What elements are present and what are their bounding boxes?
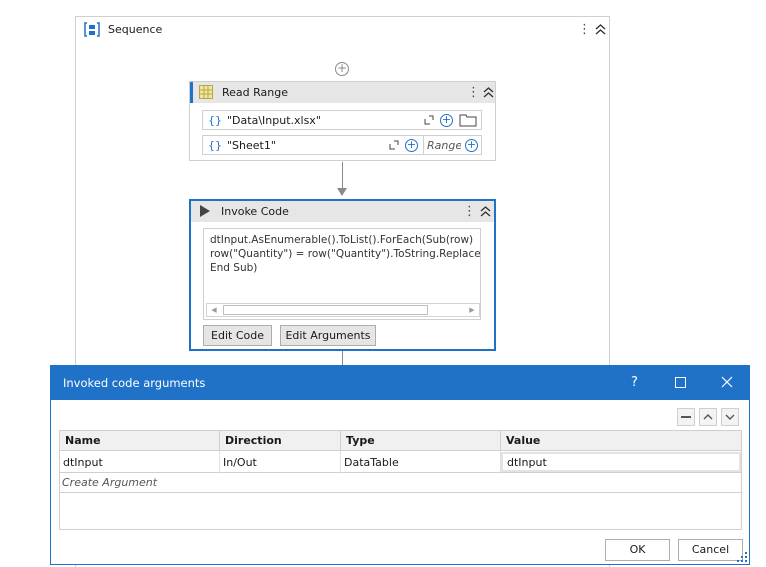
scrollbar-thumb[interactable]	[223, 305, 428, 315]
remove-argument-button[interactable]	[677, 408, 695, 426]
add-variable-icon[interactable]: +	[440, 114, 453, 127]
dialog-title-bar[interactable]: Invoked code arguments ?	[51, 366, 749, 400]
collapse-icon[interactable]	[483, 87, 494, 98]
browse-folder-icon[interactable]	[459, 113, 477, 127]
argument-value-input[interactable]: dtInput	[501, 452, 741, 472]
cancel-button[interactable]: Cancel	[678, 539, 743, 561]
scroll-left-icon[interactable]: ◀	[207, 304, 221, 316]
connector-arrow	[337, 188, 347, 196]
read-range-header[interactable]: Read Range ⋮	[190, 82, 495, 103]
expand-editor-icon[interactable]	[389, 140, 399, 150]
read-range-title: Read Range	[222, 86, 288, 99]
resize-grip-icon[interactable]	[737, 552, 747, 562]
expression-icon: {}	[208, 114, 222, 127]
invoked-code-arguments-dialog[interactable]: Invoked code arguments ? Name Direction …	[50, 365, 750, 565]
play-icon	[200, 205, 210, 217]
connector-line	[342, 162, 343, 188]
add-variable-icon[interactable]: +	[465, 139, 478, 152]
sequence-menu-icon[interactable]: ⋮	[578, 23, 591, 36]
invoke-code-title: Invoke Code	[221, 205, 289, 218]
range-field[interactable]: Range	[423, 136, 461, 154]
close-icon[interactable]	[721, 376, 733, 388]
column-header-value[interactable]: Value	[501, 431, 743, 451]
scroll-right-icon[interactable]: ▶	[465, 304, 479, 316]
argument-type-cell[interactable]: DataTable	[341, 451, 501, 473]
dialog-title: Invoked code arguments	[63, 376, 206, 390]
column-header-direction[interactable]: Direction	[220, 431, 341, 451]
grid-header: Name Direction Type Value	[60, 431, 741, 451]
create-argument-row[interactable]: Create Argument	[60, 473, 741, 493]
maximize-icon[interactable]	[675, 377, 686, 388]
collapse-icon[interactable]	[480, 206, 491, 217]
edit-code-button[interactable]: Edit Code	[203, 325, 272, 346]
column-header-type[interactable]: Type	[341, 431, 501, 451]
read-range-menu-icon[interactable]: ⋮	[467, 86, 480, 99]
argument-direction-cell[interactable]: In/Out	[220, 451, 341, 473]
connector-line	[342, 351, 343, 366]
invoke-code-activity[interactable]: Invoke Code ⋮ dtInput.AsEnumerable().ToL…	[189, 199, 496, 351]
excel-grid-icon	[199, 85, 213, 99]
edit-arguments-button[interactable]: Edit Arguments	[280, 325, 376, 346]
argument-name-cell[interactable]: dtInput	[60, 451, 220, 473]
code-line: row("Quantity") = row("Quantity").ToStri…	[210, 248, 481, 260]
workbook-path-field[interactable]: {} "Data\Input.xlsx" +	[202, 110, 482, 130]
code-line: End Sub)	[210, 262, 258, 274]
move-up-button[interactable]	[699, 408, 717, 426]
read-range-activity[interactable]: Read Range ⋮ {} "Data\Input.xlsx" + {} "…	[189, 81, 496, 161]
expand-editor-icon[interactable]	[424, 115, 434, 125]
code-line: dtInput.AsEnumerable().ToList().ForEach(…	[210, 234, 474, 246]
add-variable-icon[interactable]: +	[405, 139, 418, 152]
sequence-header[interactable]: Sequence ⋮	[76, 17, 609, 42]
chevron-up-icon	[703, 414, 713, 420]
ok-button[interactable]: OK	[605, 539, 670, 561]
create-argument-label[interactable]: Create Argument	[62, 476, 157, 489]
sequence-icon	[84, 22, 100, 37]
horizontal-scrollbar[interactable]: ◀ ▶	[206, 303, 480, 317]
add-activity-icon[interactable]: +	[335, 62, 349, 76]
minus-icon	[681, 416, 691, 418]
collapse-icon[interactable]	[595, 24, 606, 35]
chevron-down-icon	[725, 414, 735, 420]
column-header-name[interactable]: Name	[60, 431, 220, 451]
arguments-grid[interactable]: Name Direction Type Value dtInput In/Out…	[59, 430, 742, 530]
workbook-path-value: "Data\Input.xlsx"	[227, 114, 321, 127]
sequence-title: Sequence	[108, 23, 163, 36]
help-button[interactable]: ?	[631, 375, 638, 390]
sheet-name-value: "Sheet1"	[227, 139, 276, 152]
table-row[interactable]: dtInput In/Out DataTable dtInput	[60, 451, 741, 473]
sheet-name-field[interactable]: {} "Sheet1" + Range +	[202, 135, 482, 155]
invoke-code-menu-icon[interactable]: ⋮	[463, 205, 476, 218]
invoke-code-header[interactable]: Invoke Code ⋮	[191, 201, 494, 222]
expression-icon: {}	[208, 139, 222, 152]
code-editor[interactable]: dtInput.AsEnumerable().ToList().ForEach(…	[203, 228, 481, 320]
move-down-button[interactable]	[721, 408, 739, 426]
